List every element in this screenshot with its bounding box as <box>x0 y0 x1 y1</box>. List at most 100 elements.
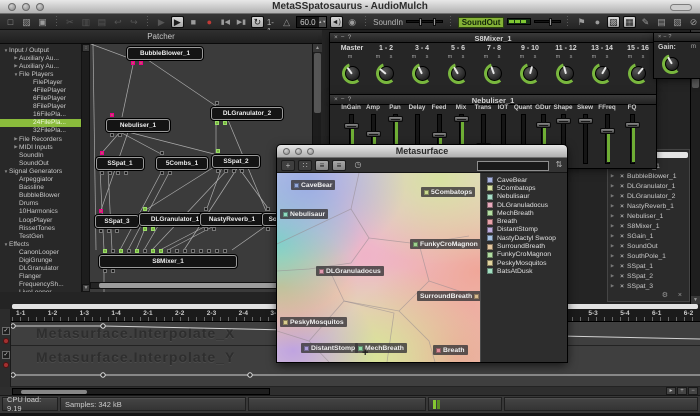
expand-arrow-icon[interactable]: ▶ <box>608 253 617 259</box>
node-nastyreverb_1[interactable]: NastyReverb_1 <box>200 213 264 226</box>
tree-item-8fileplayer[interactable]: 8FilePlayer <box>0 103 81 111</box>
contraption-panel-footer-icons[interactable]: ⚙ × <box>662 291 686 299</box>
tree-item-dlgranulator[interactable]: DLGranulator <box>0 265 81 273</box>
expand-arrow-icon[interactable]: ▶ <box>608 223 617 229</box>
dark-port[interactable] <box>168 171 172 175</box>
metasurface-surface[interactable]: CaveBear5CombatopsNebulisaurFunkyCroMagn… <box>277 173 480 362</box>
expand-arrow-icon[interactable]: ▶ <box>608 263 617 269</box>
track-x-record-icon[interactable] <box>3 338 9 344</box>
tempo-input[interactable]: 60.0▲▼ <box>296 16 327 28</box>
snapshot-item-peskymosquitos[interactable]: PeskyMosquitos <box>481 259 567 267</box>
rewind-button[interactable]: ▮◀ <box>219 16 232 28</box>
param-slider[interactable] <box>583 114 588 164</box>
node-output-ports[interactable] <box>160 171 172 175</box>
node-output-ports[interactable] <box>103 269 115 273</box>
tree-item-frequencysh-[interactable]: FrequencySh... <box>0 281 81 289</box>
sound-out-label[interactable]: SoundOut <box>458 17 505 28</box>
remove-icon[interactable]: × <box>617 173 627 180</box>
dark-port[interactable] <box>110 133 114 137</box>
tree-item-6fileplayer[interactable]: 6FilePlayer <box>0 95 81 103</box>
dark-port[interactable] <box>266 207 270 211</box>
green-port[interactable] <box>216 149 220 153</box>
node-input-ports[interactable] <box>215 101 219 105</box>
tree-item-digigrunge[interactable]: DigiGrunge <box>0 256 81 264</box>
tree-scroll-top-icon[interactable]: ↕ <box>82 44 90 52</box>
slider-handle[interactable] <box>536 122 551 128</box>
dark-port[interactable] <box>103 269 107 273</box>
node-output-ports[interactable] <box>110 133 122 137</box>
expand-arrow-icon[interactable]: ▶ <box>608 173 617 179</box>
slider-handle[interactable] <box>388 116 403 122</box>
mute-solo-labels[interactable]: m s <box>404 54 440 60</box>
properties-panel-button[interactable]: ▨ <box>607 16 620 28</box>
slider-handle[interactable] <box>600 128 615 134</box>
contraption-item-sspat_3[interactable]: ▶×SSpat_3 <box>608 281 689 291</box>
dark-port[interactable] <box>215 101 219 105</box>
metasurface-close-light[interactable] <box>283 148 290 155</box>
surface-label-peskymosquitos[interactable]: PeskyMosquitos <box>280 317 347 327</box>
save-file-button[interactable]: ▣ <box>36 16 49 28</box>
remove-icon[interactable]: × <box>617 253 627 260</box>
contraption-item-bubbleblower_1[interactable]: ▶×BubbleBlower_1 <box>608 171 689 181</box>
detail-view-button[interactable]: ≡ <box>332 160 346 171</box>
node-input-ports[interactable] <box>266 207 270 211</box>
play-alt-button[interactable]: ▶ <box>155 16 168 28</box>
dark-port[interactable] <box>204 207 208 211</box>
contraption-item-soundout[interactable]: ▶×SoundOut <box>608 241 689 251</box>
node-sspat_2[interactable]: SSpat_2 <box>212 155 260 168</box>
tree-item-soundout[interactable]: SoundOut <box>0 159 81 167</box>
channel-knob[interactable] <box>342 63 363 84</box>
node-sspat_1[interactable]: SSpat_1 <box>96 157 144 170</box>
scroll-up-icon[interactable]: ▲ <box>313 44 322 52</box>
red-port[interactable] <box>131 61 135 65</box>
green-port[interactable] <box>159 249 163 253</box>
snapshot-item-5combatops[interactable]: 5Combatops <box>481 184 567 192</box>
contraption-item-s8mixer_1[interactable]: ▶×S8Mixer_1 <box>608 221 689 231</box>
node-input-ports[interactable] <box>100 151 104 155</box>
contraption-item-dlgranulator_2[interactable]: ▶×DLGranulator_2 <box>608 191 689 201</box>
channel-knob[interactable] <box>556 63 577 84</box>
snapshot-item-nastydactyl-swoop[interactable]: NastyDactyl Swoop <box>481 234 567 242</box>
tree-item-auxiliary-au-[interactable]: ▶Auxiliary Au... <box>0 54 81 62</box>
contraption-item-sgain_1[interactable]: ▶×SGain_1 <box>608 231 689 241</box>
snapshot-item-breath[interactable]: Breath <box>481 217 567 225</box>
mute-solo-labels[interactable]: m s <box>620 54 656 60</box>
green-port[interactable] <box>119 249 123 253</box>
remove-icon[interactable]: × <box>617 183 627 190</box>
surface-label-dlgranuladocus[interactable]: DLGranuladocus <box>316 266 384 276</box>
param-slider[interactable] <box>605 114 610 164</box>
forward-button[interactable]: ▶▮ <box>235 16 248 28</box>
automation-zoom-button-1[interactable]: + <box>677 387 687 395</box>
new-file-button[interactable]: □ <box>4 16 17 28</box>
cut-button[interactable]: ✂ <box>63 16 76 28</box>
slider-handle[interactable] <box>556 118 571 124</box>
expand-arrow-icon[interactable]: ▶ <box>608 233 617 239</box>
red-port[interactable] <box>139 61 143 65</box>
list-view-button[interactable]: ≡ <box>315 160 329 171</box>
channel-knob[interactable] <box>484 63 505 84</box>
node-5combs_1[interactable]: 5Combs_1 <box>156 157 208 170</box>
dark-port[interactable] <box>160 151 164 155</box>
green-port[interactable] <box>135 249 139 253</box>
tree-item-bassline[interactable]: Bassline <box>0 184 81 192</box>
paste-button[interactable]: ▤ <box>95 16 108 28</box>
tree-item-canonlooper[interactable]: CanonLooper <box>0 248 81 256</box>
dark-port[interactable] <box>223 249 227 253</box>
tree-item-4fileplayer[interactable]: 4FilePlayer <box>0 86 81 94</box>
automation-zoom-button-2[interactable]: − <box>688 387 698 395</box>
mute-solo-labels[interactable]: m s <box>440 54 476 60</box>
green-port[interactable] <box>143 227 147 231</box>
tree-scroll-down-icon[interactable]: ▼ <box>82 284 90 292</box>
dark-port[interactable] <box>207 249 211 253</box>
expand-arrow-icon[interactable]: ▶ <box>608 193 617 199</box>
red-port[interactable] <box>99 209 103 213</box>
tree-item-testgen[interactable]: TestGen <box>0 232 81 240</box>
node-output-ports[interactable] <box>131 61 143 65</box>
green-port[interactable] <box>215 121 219 125</box>
dark-port[interactable] <box>118 133 122 137</box>
node-input-ports[interactable] <box>143 207 147 211</box>
remove-icon[interactable]: × <box>617 223 627 230</box>
tree-item-flanger[interactable]: Flanger <box>0 273 81 281</box>
automation-hscrollbar[interactable] <box>12 388 270 395</box>
dark-port[interactable] <box>215 249 219 253</box>
